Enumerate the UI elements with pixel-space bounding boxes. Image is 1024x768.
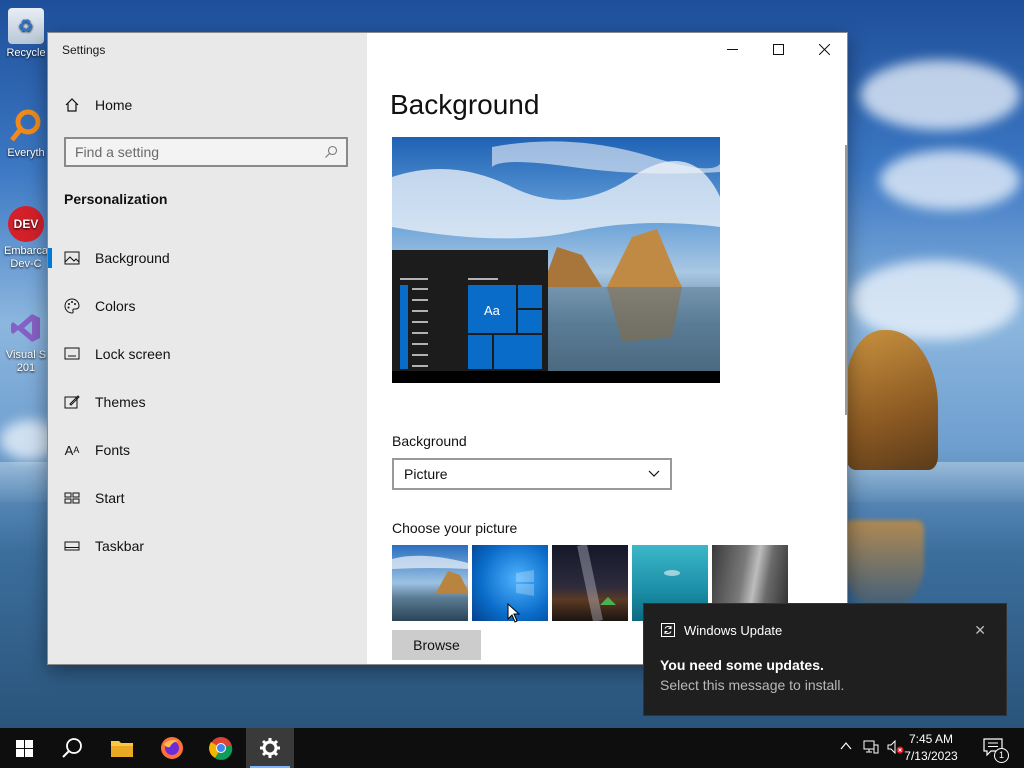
themes-icon xyxy=(64,394,80,410)
sidebar-item-label: Colors xyxy=(95,298,136,314)
chevron-up-icon[interactable] xyxy=(840,740,852,754)
network-icon[interactable] xyxy=(863,740,879,757)
update-notification[interactable]: Windows Update ✕ You need some updates. … xyxy=(644,604,1006,715)
search-input[interactable] xyxy=(66,143,317,161)
sidebar-item-label: Start xyxy=(95,490,125,506)
sidebar-item-label: Fonts xyxy=(95,442,131,458)
dev-cpp-icon: DEV xyxy=(8,206,44,242)
palette-icon xyxy=(64,298,80,314)
sidebar-item-background[interactable]: Background xyxy=(48,238,367,278)
settings-window: Settings Home Personalization Background… xyxy=(48,33,847,664)
desktop-icon-visual-studio[interactable]: Visual S 201 xyxy=(4,310,48,375)
preview-tile-text: Aa xyxy=(484,303,500,318)
search-icon xyxy=(62,738,82,758)
chevron-down-icon xyxy=(648,470,660,478)
background-type-select[interactable]: Picture xyxy=(392,458,672,490)
sidebar-item-label: Themes xyxy=(95,394,146,410)
notification-icon: 1 xyxy=(983,738,1009,763)
background-select-value: Picture xyxy=(404,466,448,482)
desktop-icon-label: Everyth xyxy=(7,147,45,159)
sidebar-item-themes[interactable]: Themes xyxy=(48,382,367,422)
clock-time: 7:45 AM xyxy=(908,732,954,746)
folder-icon xyxy=(111,741,133,757)
background-label: Background xyxy=(392,433,467,449)
taskbar: 7:45 AM 7/13/2023 1 xyxy=(0,728,1024,768)
everything-icon xyxy=(8,108,44,144)
notification-app-name: Windows Update xyxy=(684,622,783,638)
taskbar-firefox[interactable] xyxy=(148,728,196,768)
picture-thumbnail[interactable] xyxy=(552,545,628,621)
notification-title: You need some updates. xyxy=(660,657,824,673)
background-preview: Aa xyxy=(392,137,720,383)
mouse-cursor-icon xyxy=(507,603,521,623)
close-button[interactable] xyxy=(801,33,847,65)
windows-update-icon xyxy=(660,622,676,638)
category-heading: Personalization xyxy=(64,191,168,207)
sidebar-item-fonts[interactable]: AA Fonts xyxy=(48,430,367,470)
recycle-bin-icon: ♻ xyxy=(8,8,44,44)
start-icon xyxy=(64,490,80,506)
desktop-icon-label: Visual S 201 xyxy=(5,349,47,374)
sidebar-item-taskbar[interactable]: Taskbar xyxy=(48,526,367,566)
desktop-icon-everything[interactable]: Everyth xyxy=(4,108,48,160)
home-label: Home xyxy=(95,97,133,113)
home-nav[interactable]: Home xyxy=(64,97,132,113)
gear-icon xyxy=(260,738,280,758)
picture-icon xyxy=(64,250,80,266)
action-center-button[interactable]: 1 xyxy=(983,738,1009,763)
sidebar-item-label: Background xyxy=(95,250,170,266)
fonts-icon: AA xyxy=(64,442,80,458)
sidebar-item-label: Taskbar xyxy=(95,538,145,554)
visual-studio-icon xyxy=(8,310,44,346)
scrollbar[interactable] xyxy=(845,145,847,415)
taskbar-settings[interactable] xyxy=(246,728,294,768)
sidebar-item-label: Lock screen xyxy=(95,346,171,362)
taskbar-search-button[interactable] xyxy=(48,728,96,768)
maximize-button[interactable] xyxy=(755,33,801,65)
window-title: Settings xyxy=(62,43,106,57)
chrome-icon xyxy=(209,737,233,760)
settings-sidebar: Settings Home Personalization Background… xyxy=(48,33,367,664)
preview-image xyxy=(392,141,720,383)
home-icon xyxy=(64,97,80,113)
sidebar-item-colors[interactable]: Colors xyxy=(48,286,367,326)
desktop-icon-label: Recycle xyxy=(6,47,46,59)
settings-content: Background Aa Background Picture Choose … xyxy=(367,33,847,664)
desktop-icon-dev-cpp[interactable]: DEV Embarca Dev-C xyxy=(4,206,48,271)
notification-body: Select this message to install. xyxy=(660,677,845,693)
lock-screen-icon xyxy=(64,346,80,362)
taskbar-chrome[interactable] xyxy=(197,728,245,768)
clock[interactable]: 7:45 AM 7/13/2023 xyxy=(896,731,966,765)
desktop-icon-recycle-bin[interactable]: ♻ Recycle xyxy=(4,8,48,60)
start-button[interactable] xyxy=(0,728,48,768)
sidebar-item-start[interactable]: Start xyxy=(48,478,367,518)
firefox-icon xyxy=(161,737,183,759)
taskbar-file-explorer[interactable] xyxy=(98,728,146,768)
notification-app: Windows Update xyxy=(660,622,782,638)
browse-button[interactable]: Browse xyxy=(392,630,481,660)
search-icon[interactable] xyxy=(324,145,338,159)
desktop-icon-label: Embarca Dev-C xyxy=(4,245,49,270)
windows-logo-icon xyxy=(15,739,33,757)
search-box[interactable] xyxy=(64,137,348,167)
notification-close-icon[interactable]: ✕ xyxy=(974,622,986,639)
sidebar-item-lock-screen[interactable]: Lock screen xyxy=(48,334,367,374)
picture-thumbnail[interactable] xyxy=(392,545,468,621)
clock-date: 7/13/2023 xyxy=(904,749,958,763)
taskbar-icon xyxy=(64,538,80,554)
choose-picture-label: Choose your picture xyxy=(392,520,518,536)
notification-count-badge: 1 xyxy=(994,748,1009,763)
page-title: Background xyxy=(390,89,540,120)
minimize-button[interactable] xyxy=(709,33,755,65)
